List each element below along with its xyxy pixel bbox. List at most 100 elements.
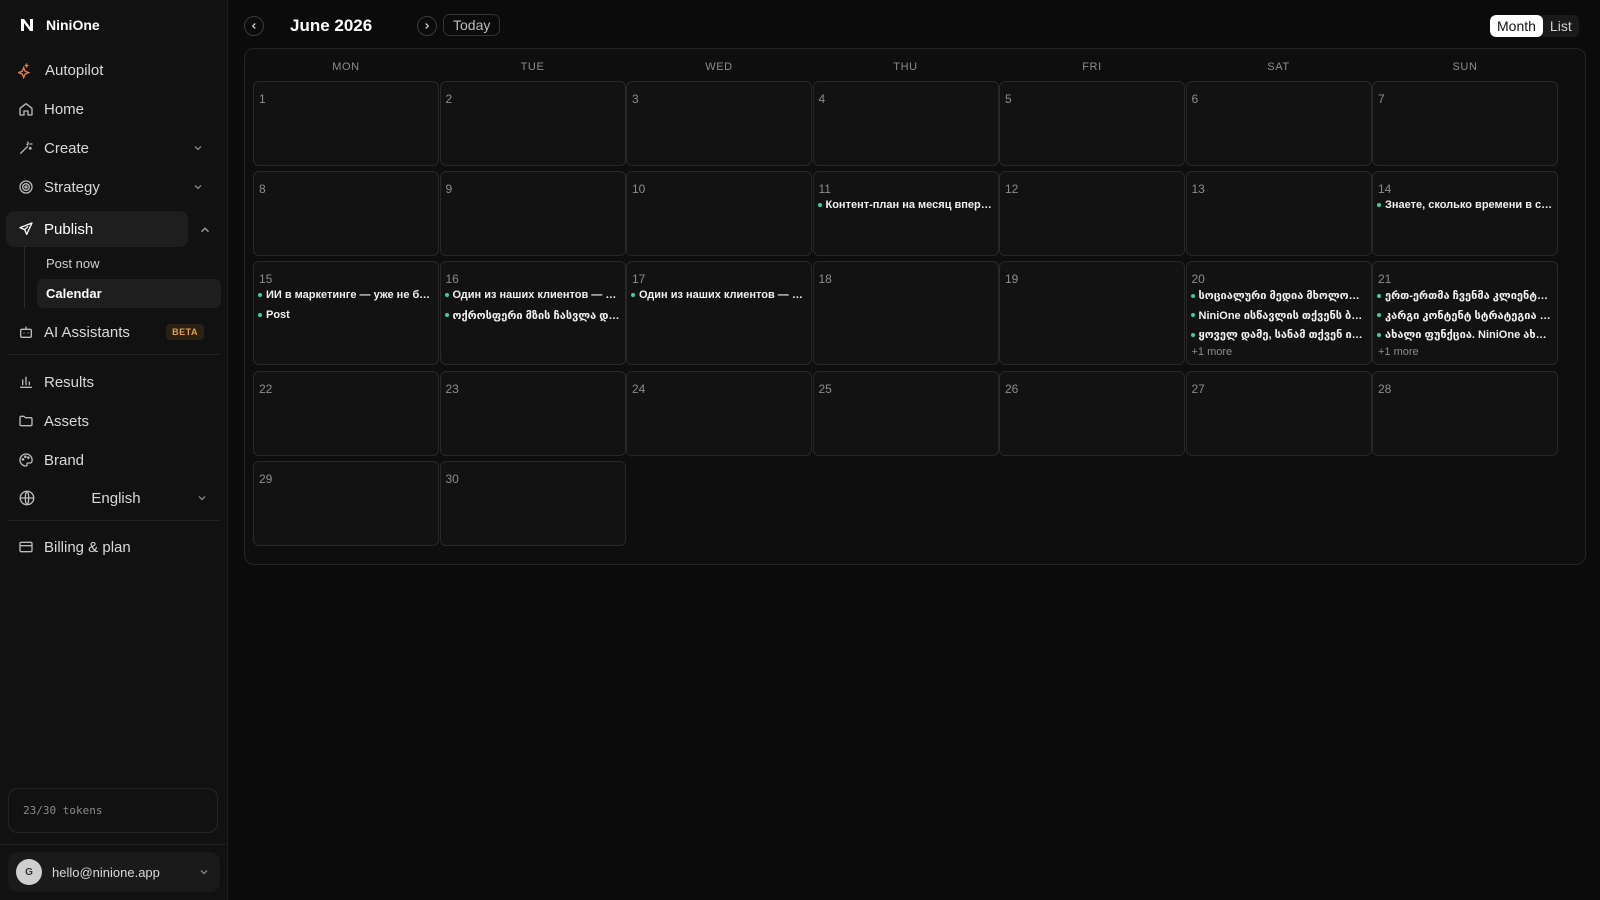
weekday-header: SUN <box>1452 61 1478 73</box>
calendar-day-cell[interactable]: 29 <box>253 461 439 546</box>
view-toggle: Month List <box>1490 15 1579 37</box>
day-number: 20 <box>1191 272 1205 286</box>
calendar-event[interactable]: ყოველ დამე, სანამ თქვენ ისვე… <box>1190 328 1367 341</box>
calendar-event[interactable]: Один из наших клиентов — не… <box>444 289 621 301</box>
chevron-down-icon <box>198 496 206 501</box>
calendar-day-cell[interactable]: 1 <box>253 81 439 166</box>
prev-month-button[interactable] <box>244 16 264 36</box>
calendar-day-cell[interactable]: 2 <box>439 81 626 166</box>
calendar-day-cell[interactable]: 22 <box>253 371 439 456</box>
event-title: კარგი კონტენტ სტრატეგია სა… <box>1385 309 1553 322</box>
calendar-event[interactable]: ერთ-ერთმა ჩვენმა კლიენტმა,… <box>1377 289 1553 302</box>
day-number: 1 <box>259 92 266 106</box>
weekday-header: THU <box>893 61 918 73</box>
event-status-dot <box>1377 293 1381 298</box>
nav-item-billing[interactable]: Billing & plan <box>6 529 216 565</box>
event-status-dot <box>1377 332 1381 337</box>
calendar-day-cell[interactable]: 19 <box>999 261 1185 365</box>
nav-label: Brand <box>44 451 85 469</box>
calendar-day-cell[interactable]: 9 <box>439 171 626 256</box>
calendar-day-cell[interactable]: 16 Один из наших клиентов — не… ოქროსფერი … <box>439 261 626 365</box>
calendar-event[interactable]: NiniOne ისწავლის თქვენს ბრე… <box>1190 309 1367 322</box>
calendar-toolbar: June 2026 Today Month List <box>228 12 1600 40</box>
calendar-day-cell[interactable]: 20 სოციალური მედია მხოლოდ პ… NiniOne ისწავ… <box>1185 261 1372 365</box>
event-status-dot <box>1190 332 1195 337</box>
nav-item-publish[interactable]: Publish <box>6 211 188 247</box>
calendar-day-cell[interactable]: 10 <box>626 171 812 256</box>
more-events-link[interactable]: +1 more <box>1192 346 1233 358</box>
day-number: 18 <box>818 272 832 286</box>
nav-item-strategy[interactable]: Strategy <box>6 169 216 205</box>
today-button[interactable]: Today <box>443 14 501 36</box>
nav-item-assets[interactable]: Assets <box>6 403 216 439</box>
calendar-day-cell[interactable]: 12 <box>999 171 1185 256</box>
user-email: hello@ninione.app <box>52 864 160 880</box>
event-status-dot <box>444 293 449 297</box>
nav-item-ai-assistants[interactable]: AI Assistants BETA <box>6 314 216 350</box>
day-number: 30 <box>445 472 459 486</box>
calendar-day-cell[interactable]: 23 <box>439 371 626 456</box>
calendar-day-cell[interactable]: 24 <box>626 371 812 456</box>
view-month-button[interactable]: Month <box>1490 15 1543 37</box>
nav-item-home[interactable]: Home <box>6 91 216 127</box>
calendar-event[interactable]: ИИ в маркетинге — уже не буд… <box>258 289 434 301</box>
nav-item-autopilot[interactable]: Autopilot <box>6 52 216 88</box>
calendar-day-cell[interactable]: 8 <box>253 171 439 256</box>
nav-label: Assets <box>44 412 90 430</box>
event-status-dot <box>1190 293 1195 298</box>
weekday-header: FRI <box>1082 61 1102 73</box>
calendar-day-cell[interactable]: 6 <box>1185 81 1372 166</box>
language-select[interactable]: English <box>6 481 220 515</box>
calendar-event[interactable]: Контент-план на месяц вперё… <box>817 199 994 211</box>
calendar-event[interactable]: Знаете, сколько времени в сре… <box>1377 199 1553 211</box>
calendar-day-cell[interactable]: 30 <box>439 461 626 546</box>
submenu-guide-line <box>24 246 25 308</box>
send-icon <box>19 222 33 235</box>
calendar-day-cell[interactable]: 25 <box>812 371 999 456</box>
nav-item-results[interactable]: Results <box>6 364 216 400</box>
calendar-day-cell[interactable]: 13 <box>1185 171 1372 256</box>
calendar-day-cell[interactable]: 14 Знаете, сколько времени в сре… <box>1372 171 1558 256</box>
next-month-button[interactable] <box>417 16 437 36</box>
user-menu[interactable]: G hello@ninione.app <box>8 852 220 892</box>
event-status-dot <box>444 313 449 317</box>
calendar-day-cell[interactable]: 4 <box>812 81 999 166</box>
brand-logo-icon <box>18 16 36 34</box>
chevron-up-icon[interactable] <box>198 223 212 237</box>
calendar-day-cell[interactable]: 17 Один из наших клиентов — не… <box>626 261 812 365</box>
globe-icon <box>19 490 35 506</box>
calendar-day-cell[interactable]: 26 <box>999 371 1185 456</box>
calendar-event[interactable]: ოქროსფერი მზის ჩასვლა და ზ… <box>444 309 621 322</box>
magic-wand-icon <box>20 141 33 154</box>
calendar-event[interactable]: კარგი კონტენტ სტრატეგია სა… <box>1377 309 1553 322</box>
sub-item-post-now[interactable]: Post now <box>37 249 221 278</box>
calendar-event[interactable]: სოციალური მედია მხოლოდ პ… <box>1190 289 1367 302</box>
chevron-down-icon <box>200 870 208 875</box>
event-title: ИИ в маркетинге — уже не буд… <box>266 289 434 301</box>
calendar-day-cell[interactable]: 21 ერთ-ერთმა ჩვენმა კლიენტმა,… კარგი კონტე… <box>1372 261 1558 365</box>
nav-item-brand[interactable]: Brand <box>6 442 216 478</box>
calendar-day-cell[interactable]: 11 Контент-план на месяц вперё… <box>812 171 999 256</box>
nav-label: Results <box>44 373 95 391</box>
day-number: 3 <box>632 92 639 106</box>
calendar-day-cell[interactable]: 5 <box>999 81 1185 166</box>
calendar-event[interactable]: ახალი ფუნქცია. NiniOne ახლა … <box>1377 328 1553 341</box>
calendar-day-cell[interactable]: 15 ИИ в маркетинге — уже не буд… Post <box>253 261 439 365</box>
calendar-event[interactable]: Один из наших клиентов — не… <box>631 289 807 301</box>
calendar-day-cell[interactable]: 7 <box>1372 81 1558 166</box>
day-number: 4 <box>818 92 826 106</box>
view-list-button[interactable]: List <box>1543 15 1579 37</box>
divider <box>8 520 220 521</box>
calendar-event[interactable]: Post <box>258 309 434 321</box>
brand[interactable]: NiniOne <box>0 0 227 50</box>
calendar-day-cell[interactable]: 18 <box>812 261 999 365</box>
day-number: 25 <box>818 382 832 396</box>
month-title: June 2026 <box>290 16 373 35</box>
calendar-day-cell[interactable]: 27 <box>1185 371 1372 456</box>
more-events-link[interactable]: +1 more <box>1378 346 1419 358</box>
calendar-day-cell[interactable]: 3 <box>626 81 812 166</box>
day-number: 19 <box>1005 272 1019 286</box>
sub-item-calendar[interactable]: Calendar <box>37 279 221 308</box>
nav-item-create[interactable]: Create <box>6 130 216 166</box>
calendar-day-cell[interactable]: 28 <box>1372 371 1558 456</box>
